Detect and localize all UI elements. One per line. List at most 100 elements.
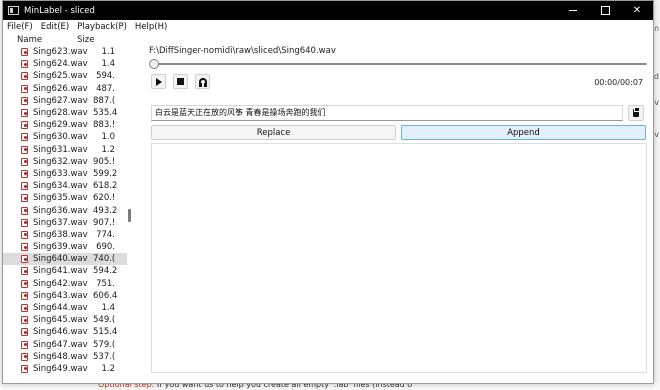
list-item[interactable]: Sing632.wav 905.!	[3, 156, 127, 168]
audio-file-icon	[21, 109, 28, 118]
stop-button[interactable]	[173, 74, 188, 89]
audio-file-icon	[21, 230, 28, 239]
list-item[interactable]: Sing645.wav 549.(	[3, 314, 127, 326]
headphones-icon	[198, 78, 207, 87]
list-item[interactable]: Sing641.wav 594.2	[3, 265, 127, 277]
file-size: 1.4	[101, 59, 115, 70]
list-item[interactable]: Sing648.wav 537.(	[3, 351, 127, 363]
column-header-size[interactable]: Size	[77, 35, 121, 45]
file-size: 1.2	[101, 363, 115, 374]
file-name: Sing640.wav	[33, 254, 88, 265]
file-list-scrollbar[interactable]	[128, 209, 131, 222]
file-size: 535.4	[93, 108, 117, 119]
list-item[interactable]: Sing649.wav 1.2	[3, 363, 127, 375]
list-item[interactable]: Sing628.wav 535.4	[3, 107, 127, 119]
player-panel: F:\DiffSinger-nomidi\raw\sliced\Sing640.…	[139, 33, 653, 383]
close-icon[interactable]: ✕	[621, 1, 653, 20]
audio-file-icon	[21, 243, 28, 252]
file-name: Sing639.wav	[33, 242, 88, 253]
list-item[interactable]: Sing624.wav 1.4	[3, 58, 127, 70]
headphones-button[interactable]	[195, 74, 210, 89]
clipboard-icon	[633, 107, 640, 117]
label-editor[interactable]	[151, 143, 647, 373]
file-name: Sing641.wav	[33, 266, 88, 277]
audio-file-icon	[21, 96, 28, 105]
list-item[interactable]: Sing633.wav 599.2	[3, 168, 127, 180]
audio-file-icon	[21, 121, 28, 130]
maximize-icon[interactable]	[589, 1, 621, 20]
clipboard-button[interactable]	[628, 105, 644, 121]
list-item[interactable]: Sing623.wav 1.1	[3, 46, 127, 58]
play-button[interactable]	[151, 74, 166, 89]
file-name: Sing625.wav	[33, 71, 88, 82]
list-item[interactable]: Sing639.wav 690.	[3, 241, 127, 253]
file-size: 487.	[96, 83, 115, 94]
menu-playback[interactable]: Playback(P)	[77, 22, 127, 32]
seek-slider[interactable]	[151, 63, 647, 65]
list-item[interactable]: Sing631.wav 1.2	[3, 144, 127, 156]
audio-file-icon	[21, 157, 28, 166]
file-name: Sing645.wav	[33, 315, 88, 326]
list-item[interactable]: Sing637.wav 907.!	[3, 217, 127, 229]
audio-file-icon	[21, 364, 28, 373]
append-button[interactable]: Append	[401, 125, 646, 140]
file-name: Sing628.wav	[33, 108, 88, 119]
audio-file-icon	[21, 340, 28, 349]
list-item[interactable]: Sing630.wav 1.0	[3, 131, 127, 143]
file-name: Sing629.wav	[33, 120, 88, 131]
list-item[interactable]: Sing640.wav 740.(	[3, 253, 127, 266]
list-item[interactable]: Sing625.wav 594.	[3, 70, 127, 82]
audio-file-icon	[21, 133, 28, 142]
audio-file-icon	[21, 328, 28, 337]
audio-file-icon	[21, 206, 28, 215]
file-name: Sing643.wav	[33, 290, 88, 301]
file-list-panel: Name Size Sing623.wav 1.1 Sing624.wav 1.4 Si…	[3, 33, 133, 383]
file-size: 1.4	[101, 303, 115, 314]
stop-icon	[177, 78, 184, 85]
file-name: Sing636.wav	[33, 205, 88, 216]
list-item[interactable]: Sing638.wav 774.	[3, 229, 127, 241]
seek-slider-handle[interactable]	[149, 59, 159, 69]
menu-help[interactable]: Help(H)	[135, 22, 167, 32]
list-item[interactable]: Sing643.wav 606.4	[3, 290, 127, 302]
audio-file-icon	[21, 316, 28, 325]
file-size: 620.!	[93, 193, 116, 204]
audio-file-icon	[21, 352, 28, 361]
file-size: 690.	[96, 242, 115, 253]
list-item[interactable]: Sing634.wav 618.2	[3, 180, 127, 192]
file-name: Sing638.wav	[33, 229, 88, 240]
list-item[interactable]: Sing635.wav 620.!	[3, 192, 127, 204]
main-content: Name Size Sing623.wav 1.1 Sing624.wav 1.4 Si…	[3, 33, 653, 383]
window-title: MinLabel - sliced	[24, 5, 95, 16]
file-size: 1.1	[101, 47, 115, 58]
minimize-icon[interactable]	[557, 1, 589, 20]
lyrics-input[interactable]: 白云是蓝天正在放的风筝 青春是操场奔跑的我们	[151, 105, 623, 121]
title-bar[interactable]: MinLabel - sliced ✕	[3, 1, 653, 20]
replace-button[interactable]: Replace	[151, 125, 396, 140]
file-size: 774.	[96, 229, 115, 240]
list-item[interactable]: Sing629.wav 883.!	[3, 119, 127, 131]
audio-file-icon	[21, 72, 28, 81]
file-path: F:\DiffSinger-nomidi\raw\sliced\Sing640.…	[149, 46, 336, 56]
audio-file-icon	[21, 169, 28, 178]
list-item[interactable]: Sing636.wav 493.2	[3, 204, 127, 216]
column-header-name[interactable]: Name	[3, 35, 77, 45]
file-name: Sing648.wav	[33, 351, 88, 362]
list-item[interactable]: Sing642.wav 751.	[3, 278, 127, 290]
menu-file[interactable]: File(F)	[7, 22, 33, 32]
file-name: Sing631.wav	[33, 144, 88, 155]
file-name: Sing637.wav	[33, 217, 88, 228]
file-size: 606.4	[93, 290, 117, 301]
list-item[interactable]: Sing626.wav 487.	[3, 83, 127, 95]
list-item[interactable]: Sing644.wav 1.4	[3, 302, 127, 314]
audio-file-icon	[21, 279, 28, 288]
file-size: 751.	[96, 278, 115, 289]
file-list-header: Name Size	[3, 33, 133, 46]
list-item[interactable]: Sing646.wav 515.4	[3, 326, 127, 338]
file-size: 1.0	[101, 132, 115, 143]
file-size: 493.2	[93, 205, 117, 216]
file-name: Sing642.wav	[33, 278, 88, 289]
list-item[interactable]: Sing627.wav 887.(	[3, 95, 127, 107]
list-item[interactable]: Sing647.wav 579.(	[3, 339, 127, 351]
menu-edit[interactable]: Edit(E)	[41, 22, 69, 32]
